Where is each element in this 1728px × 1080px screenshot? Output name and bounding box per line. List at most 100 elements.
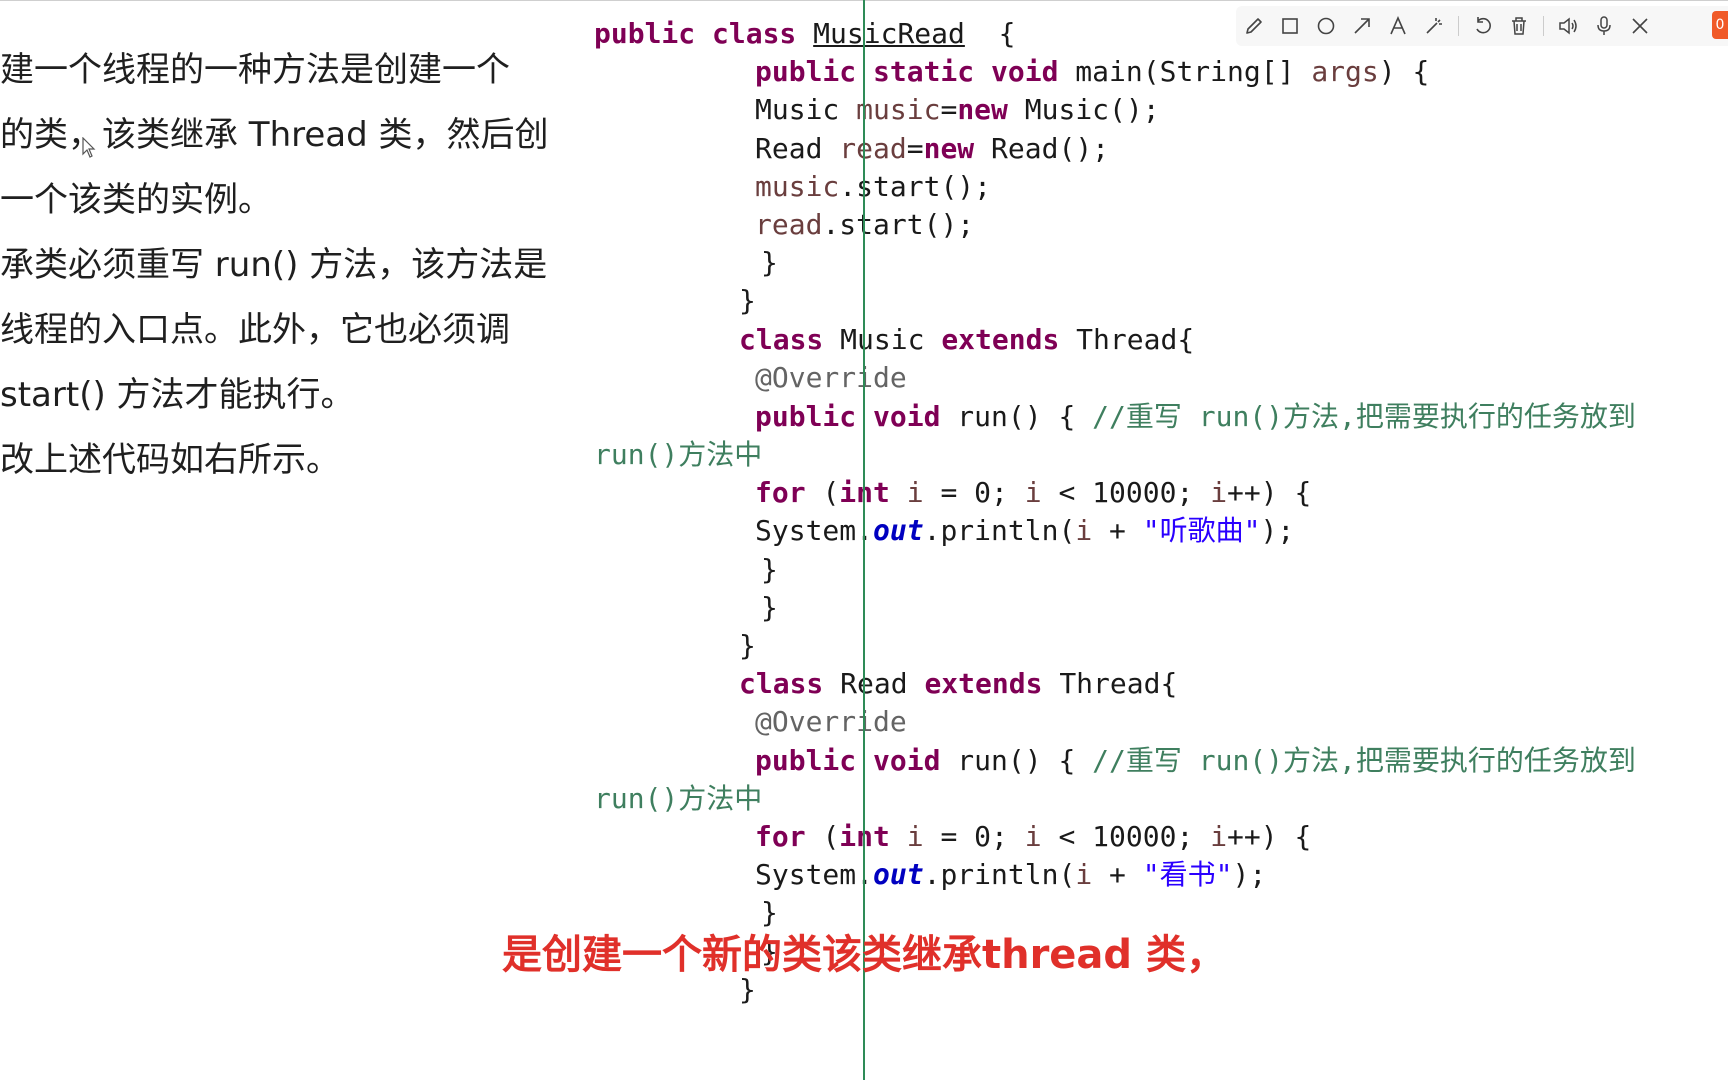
code-token: run() { [957, 400, 1093, 433]
code-line: } [739, 627, 756, 665]
delete-button[interactable] [1501, 8, 1537, 44]
code-token: ++) { [1227, 820, 1312, 853]
explanation-line-1: 建一个线程的一种方法是创建一个 [0, 50, 510, 90]
code-token: //重写 run()方法,把需要执行的任务放到 [1092, 400, 1636, 433]
code-token: run() { [957, 744, 1093, 777]
code-token: ( [822, 820, 840, 853]
code-token: } [761, 246, 778, 279]
code-token: i [1210, 476, 1228, 509]
code-token: = [940, 93, 958, 126]
code-token: System. [755, 858, 874, 891]
code-token: new [923, 132, 992, 165]
mouse-pointer-icon [82, 136, 98, 163]
microphone-button[interactable] [1586, 8, 1622, 44]
code-token: Music [840, 323, 942, 356]
code-token: ( [822, 476, 840, 509]
code-token: out [873, 514, 924, 547]
code-token: .println( [923, 514, 1076, 547]
code-token: music [856, 93, 941, 126]
pen-tool-button[interactable] [1236, 8, 1272, 44]
undo-button[interactable] [1465, 8, 1501, 44]
toolbar-divider [1543, 16, 1544, 36]
code-token: .start(); [822, 208, 975, 241]
code-token: MusicRead [813, 17, 965, 50]
code-token: int [839, 820, 907, 853]
code-token: } [739, 629, 756, 662]
code-line: System.out.println(i + "听歌曲"); [755, 512, 1294, 550]
code-token: class [739, 667, 841, 700]
code-line: @Override [755, 359, 907, 397]
vertical-guide-line [863, 0, 865, 1080]
code-token: Read [840, 667, 925, 700]
code-line: } [739, 282, 756, 320]
code-line: } [761, 589, 778, 627]
video-subtitle: 是创建一个新的类该类继承thread 类， [501, 932, 1226, 978]
code-line: public static void main(String[] args) { [755, 53, 1429, 91]
code-token: extends [941, 323, 1077, 356]
code-token: read [839, 132, 907, 165]
code-token: i [906, 476, 924, 509]
text-tool-button[interactable] [1380, 8, 1416, 44]
code-token: = 0; [923, 476, 1025, 509]
close-button[interactable] [1622, 8, 1658, 44]
speaker-button[interactable] [1550, 8, 1586, 44]
rectangle-tool-button[interactable] [1272, 8, 1308, 44]
code-token: + [1092, 858, 1143, 891]
code-token: "看书" [1142, 858, 1233, 891]
code-line: class Read extends Thread{ [739, 665, 1177, 703]
explanation-text: 建一个线程的一种方法是创建一个 的类，该类继承 Thread 类，然后创 一个该… [0, 38, 560, 493]
code-token: Music(); [1024, 93, 1160, 126]
code-line: music.start(); [755, 168, 991, 206]
code-token: + [1092, 514, 1143, 547]
code-token: = [906, 132, 924, 165]
highlighter-tool-button[interactable] [1416, 8, 1452, 44]
code-token: ); [1232, 858, 1267, 891]
code-token: i [1075, 514, 1093, 547]
code-token: } [761, 553, 778, 586]
code-token: i [1210, 820, 1228, 853]
arrow-icon [1354, 18, 1370, 34]
pencil-icon [1246, 18, 1262, 34]
code-token: i [1024, 476, 1042, 509]
code-line: for (int i = 0; i < 10000; i++) { [755, 474, 1311, 512]
code-token: ++) { [1227, 476, 1312, 509]
explanation-line-4: 承类必须重写 run() 方法，该方法是 [0, 245, 548, 285]
circle-icon [1317, 17, 1335, 35]
code-token: class [739, 323, 841, 356]
code-line: for (int i = 0; i < 10000; i++) { [755, 818, 1311, 856]
code-token: main(String[] [1075, 55, 1312, 88]
code-token: public void [755, 744, 958, 777]
arrow-tool-button[interactable] [1344, 8, 1380, 44]
code-line: System.out.println(i + "看书"); [755, 856, 1266, 894]
code-token: run()方法中 [594, 438, 763, 471]
code-token: < 10000; [1041, 820, 1211, 853]
recording-badge[interactable]: 0 [1712, 11, 1728, 39]
explanation-line-3: 一个该类的实例。 [0, 180, 272, 220]
code-line: } [761, 551, 778, 589]
code-token: public static void [755, 55, 1076, 88]
annotation-toolbar: 0 [1236, 6, 1728, 46]
code-token: = 0; [923, 820, 1025, 853]
code-token: public void [755, 400, 958, 433]
code-token: System. [755, 514, 874, 547]
code-token: < 10000; [1041, 476, 1211, 509]
code-token: Thread{ [1059, 667, 1178, 700]
code-line: public void run() { //重写 run()方法,把需要执行的任… [755, 742, 1636, 780]
code-token: @Override [755, 361, 907, 394]
circle-tool-button[interactable] [1308, 8, 1344, 44]
trash-icon [1512, 17, 1526, 35]
code-token: ); [1260, 514, 1295, 547]
code-token: Read [755, 132, 840, 165]
code-token: out [873, 858, 924, 891]
code-token: music [755, 170, 840, 203]
close-icon [1632, 18, 1648, 34]
code-token: args [1311, 55, 1379, 88]
code-token: ) { [1378, 55, 1430, 88]
code-token: Music [755, 93, 857, 126]
code-token: int [839, 476, 907, 509]
code-token: Read(); [991, 132, 1110, 165]
code-token: i [1075, 858, 1093, 891]
explanation-line-7: 改上述代码如右所示。 [0, 440, 340, 480]
code-line: public void run() { //重写 run()方法,把需要执行的任… [755, 398, 1636, 436]
code-line: Read read=new Read(); [755, 130, 1109, 168]
